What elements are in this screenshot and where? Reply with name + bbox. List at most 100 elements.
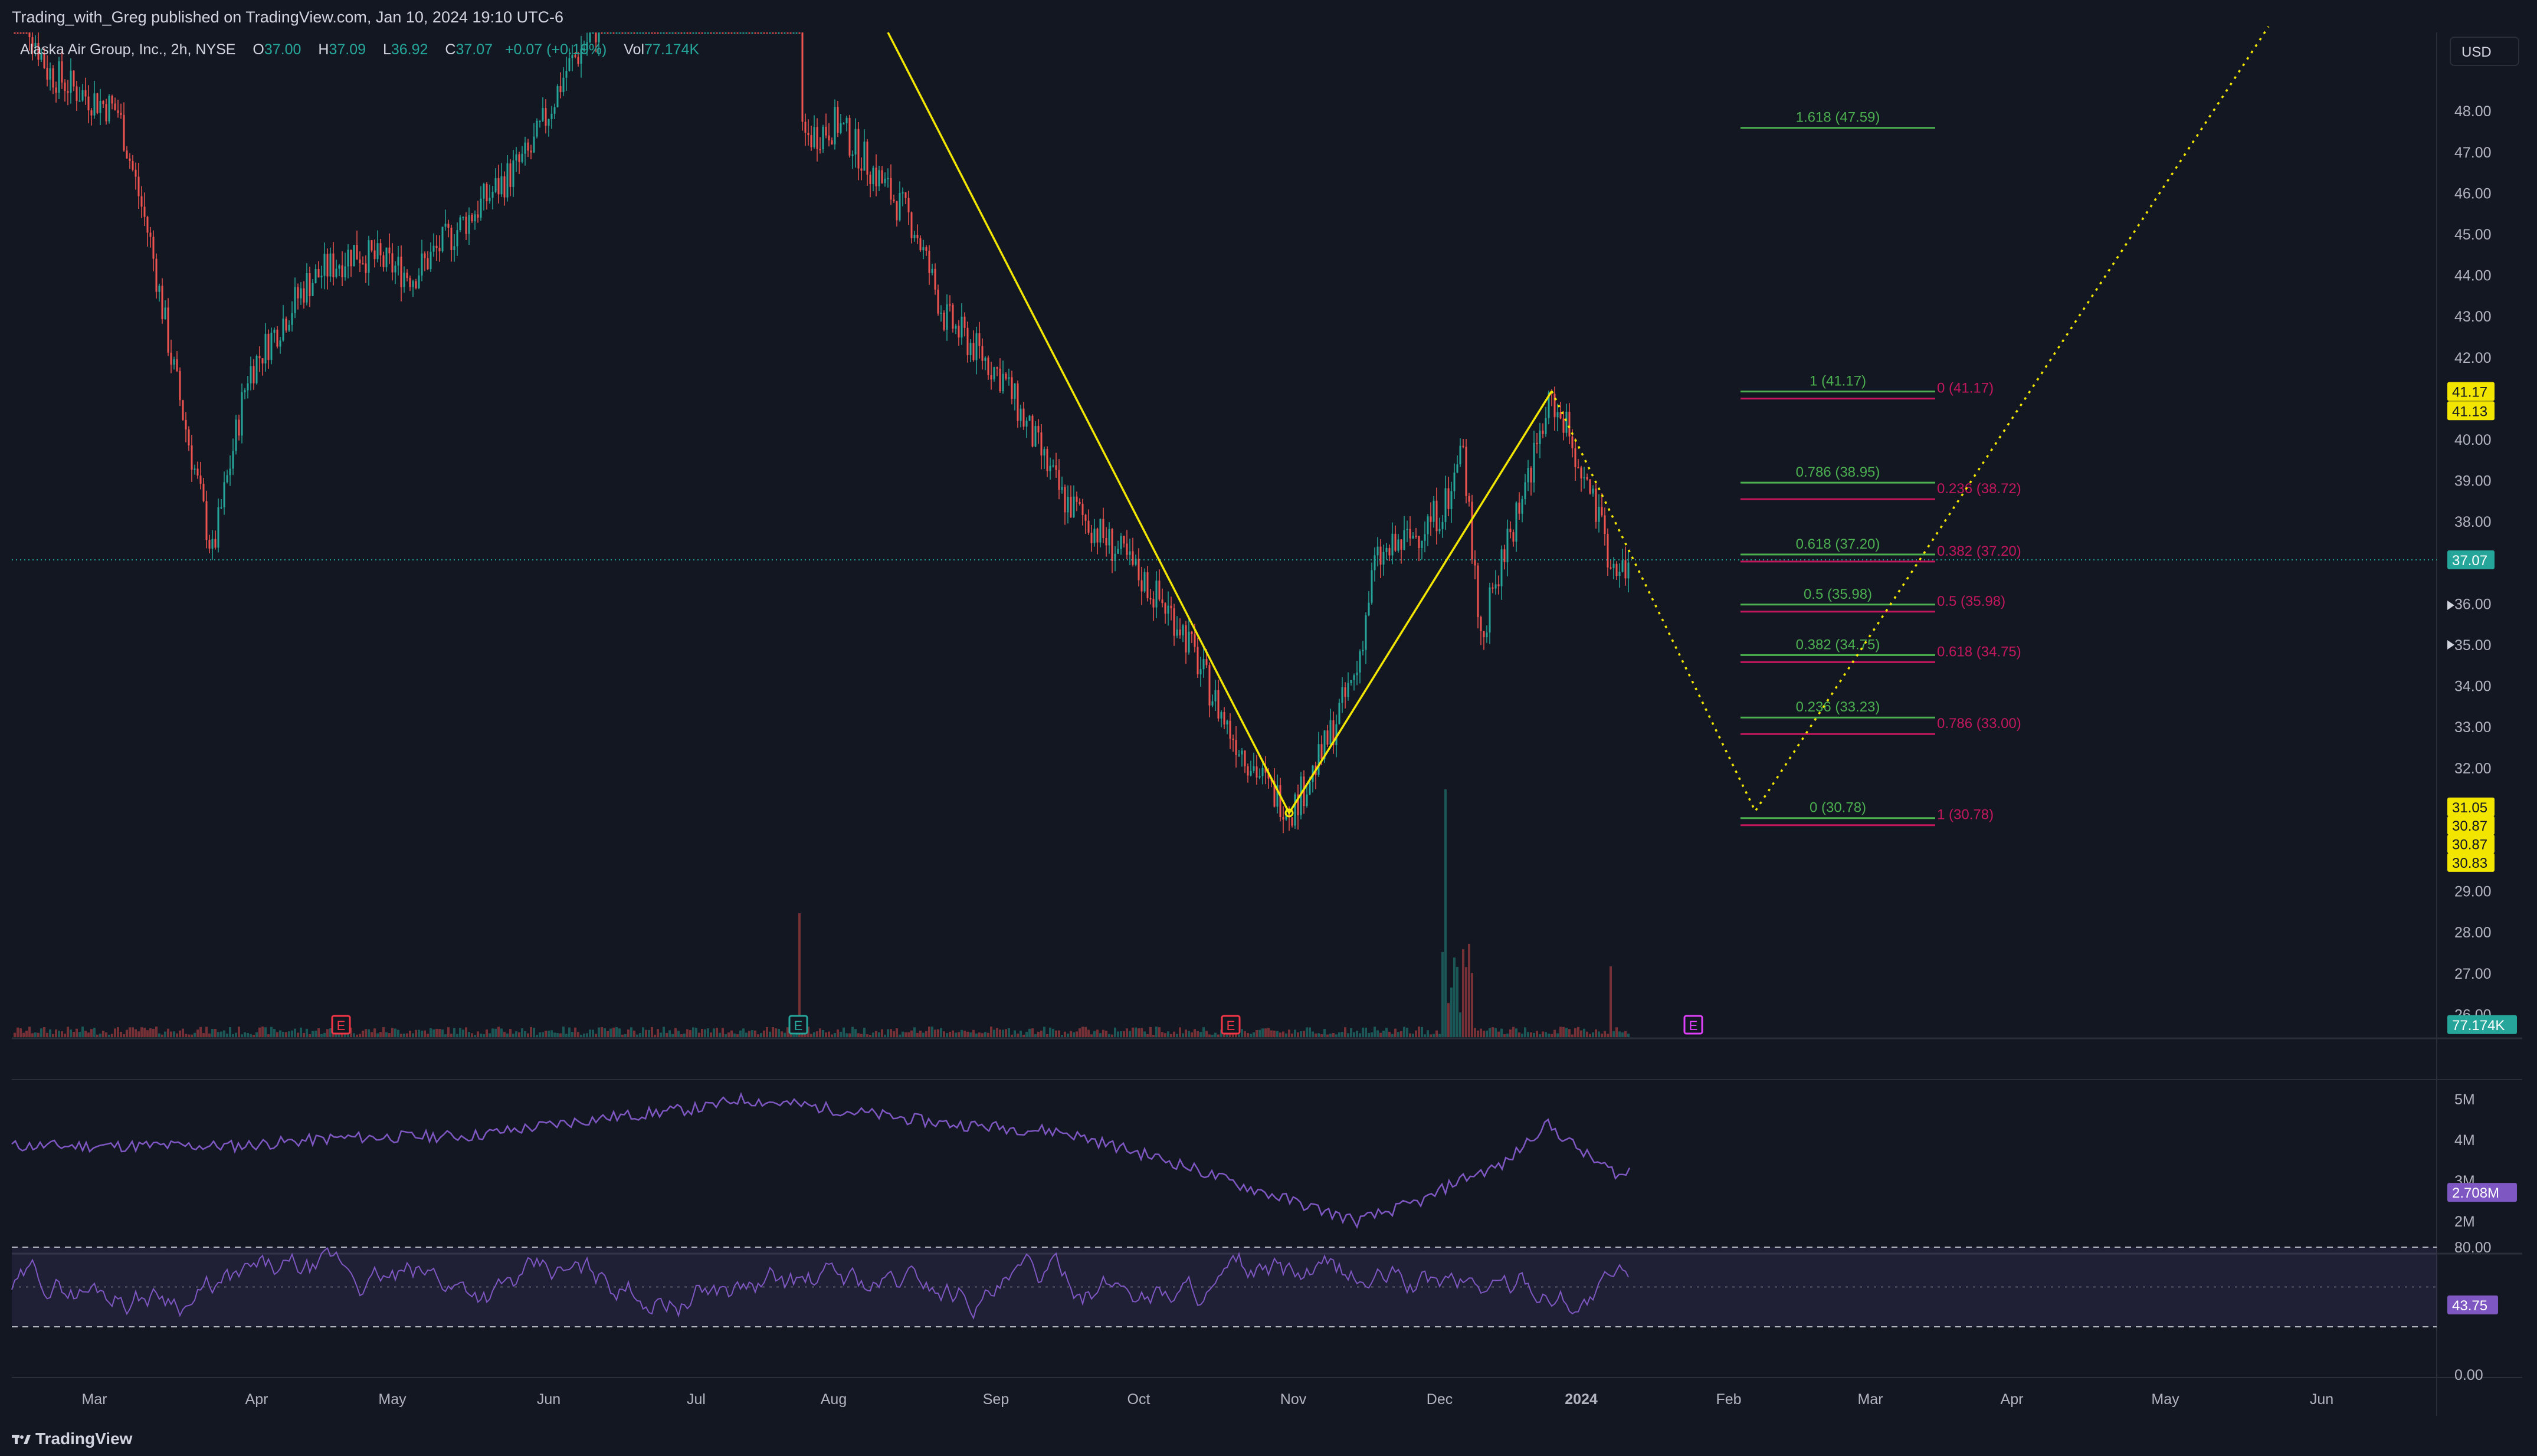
candle-body: [1011, 377, 1013, 399]
volume-bar: [93, 1028, 96, 1037]
volume-bar: [1173, 1031, 1175, 1037]
volume-bar: [182, 1028, 184, 1037]
volume-bar: [14, 1032, 16, 1037]
volume-bar: [1418, 1027, 1420, 1037]
candle-body: [146, 217, 149, 233]
candle-body: [214, 539, 217, 548]
candle-body: [1530, 468, 1532, 483]
volume-bar: [1282, 1031, 1284, 1037]
volume-bar: [28, 1027, 31, 1037]
volume-bar: [701, 1029, 703, 1037]
volume-bar: [840, 1032, 842, 1037]
candle-body: [695, 32, 697, 34]
volume-bar: [1477, 1030, 1479, 1037]
volume-bar: [25, 1031, 28, 1037]
candle-body: [500, 176, 503, 195]
candle-body: [1494, 584, 1497, 589]
volume-bar: [666, 1032, 668, 1037]
volume-bar: [214, 1029, 217, 1037]
candle-body: [1453, 473, 1456, 491]
candle-body: [1058, 470, 1060, 490]
candle-body: [435, 245, 438, 248]
candle-body: [1374, 555, 1376, 570]
candle-body: [869, 174, 871, 185]
candle-body: [1427, 516, 1429, 534]
candle-body: [1111, 529, 1113, 561]
symbol-legend[interactable]: Alaska Air Group, Inc., 2h, NYSE O37.00 …: [20, 41, 699, 58]
candle-body: [757, 32, 759, 34]
volume-bar: [1208, 1034, 1211, 1037]
volume-bar: [1521, 1034, 1523, 1037]
volume-bar: [1261, 1028, 1264, 1037]
volume-bar: [1191, 1032, 1193, 1037]
candle-body: [1365, 615, 1367, 650]
volume-bar: [978, 1032, 981, 1037]
candle-body: [710, 32, 712, 34]
open-value: 37.00: [264, 41, 301, 58]
candle-body: [860, 168, 863, 171]
volume-bar: [37, 1032, 40, 1037]
volume-bar: [1468, 943, 1470, 1037]
candle-body: [108, 96, 110, 122]
candle-body: [1400, 539, 1402, 550]
volume-bar: [1391, 1034, 1394, 1037]
volume-bar: [657, 1029, 659, 1037]
volume-bar: [1374, 1027, 1376, 1037]
volume-bar: [188, 1034, 190, 1037]
candle-body: [1214, 690, 1217, 701]
indicator1-badge-label: 2.708M: [2452, 1185, 2499, 1201]
candle-body: [1338, 703, 1340, 724]
candle-body: [878, 170, 880, 186]
volume-bar: [235, 1032, 237, 1037]
volume-bar: [317, 1028, 320, 1037]
volume-bar: [1430, 1034, 1432, 1037]
volume-bar: [1589, 1034, 1591, 1037]
candle-body: [1034, 426, 1037, 447]
volume-bar: [999, 1029, 1001, 1037]
volume-bar: [1247, 1032, 1249, 1037]
chart-canvas[interactable]: 1.618 (47.59) 1 (41.17) 0.786 (38.95) 0.618…: [0, 0, 2537, 1419]
volume-bar: [1456, 966, 1458, 1037]
candle-body: [503, 176, 506, 198]
candle-body: [1223, 712, 1225, 725]
volume-bar: [1365, 1027, 1367, 1037]
candle-body: [359, 259, 361, 264]
volume-bar: [1079, 1028, 1081, 1037]
volume-bar: [397, 1029, 399, 1037]
candle-body: [489, 198, 491, 202]
volume-bar: [96, 1034, 99, 1037]
candle-body: [1468, 496, 1470, 502]
candle-body: [810, 135, 812, 147]
volume-bar: [1070, 1031, 1072, 1037]
indicator2-tick: 80.00: [2454, 1239, 2492, 1256]
candle-body: [229, 468, 231, 476]
candle-body: [1424, 534, 1426, 541]
candle-body: [1005, 373, 1007, 379]
candle-body: [837, 107, 839, 133]
candle-body: [1096, 529, 1099, 543]
volume-bar: [727, 1032, 730, 1037]
candle-body: [303, 288, 305, 303]
volume-bar: [577, 1032, 579, 1037]
candle-body: [553, 107, 556, 114]
candle-body: [1362, 650, 1364, 652]
volume-bar: [1270, 1030, 1273, 1037]
fib-extension-label: 0.382 (37.20): [1937, 543, 2021, 559]
volume-bar: [415, 1029, 417, 1037]
candle-body: [660, 32, 662, 34]
volume-bar: [1064, 1031, 1066, 1037]
volume-bar: [668, 1030, 671, 1037]
volume-bar: [890, 1029, 892, 1037]
fib-retracement-label: 0.5 (35.98): [1804, 586, 1872, 602]
candle-body: [1465, 447, 1467, 496]
candle-body: [196, 468, 199, 476]
candle-body: [751, 32, 753, 34]
candle-body: [627, 32, 630, 34]
candle-body: [1474, 559, 1476, 566]
price-tick: 44.00: [2454, 268, 2492, 284]
time-tick-label: Jun: [537, 1391, 560, 1408]
volume-bar: [78, 1031, 81, 1037]
currency-button[interactable]: USD: [2450, 37, 2519, 66]
candle-body: [1450, 491, 1453, 509]
volume-bar: [108, 1034, 110, 1037]
